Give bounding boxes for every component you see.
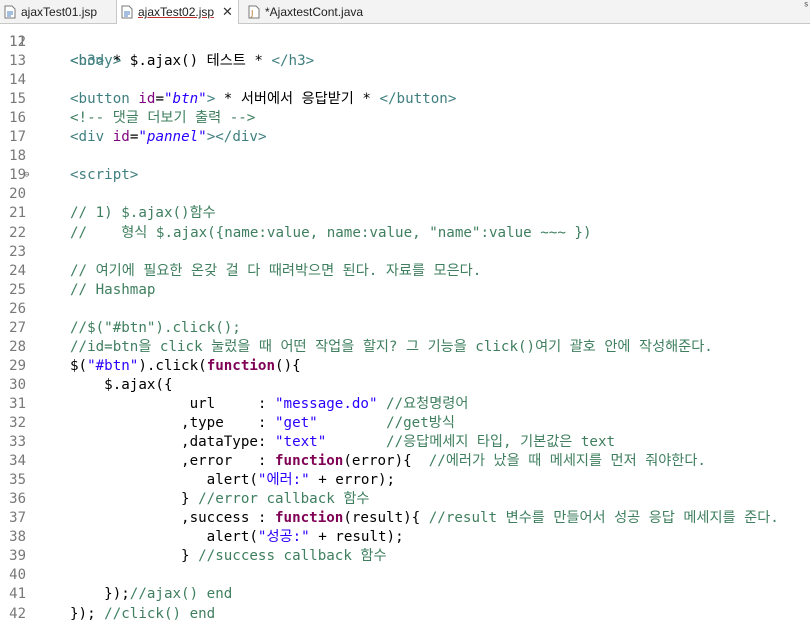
line-number: 19 — [9, 167, 26, 184]
line-number: 23 — [9, 243, 26, 260]
code-text: ,dataType: "text" //응답메세지 타입, 기본값은 text — [70, 434, 616, 451]
code-text: }); //click() end — [70, 605, 216, 622]
code-line-partial: 11 <body> — [0, 14, 121, 69]
line-number: 39 — [9, 548, 26, 565]
code-text: alert("성공:" + result); — [70, 529, 404, 546]
code-editor[interactable]: 11 <body> 12 13 <h3> * $.ajax() 테스트 * </h3… — [0, 23, 810, 623]
java-file-icon: J — [248, 5, 260, 18]
code-text: ,error : function(error){ //에러가 났을 때 메세지… — [70, 453, 706, 470]
fold-collapse-icon[interactable]: ⊖ — [24, 166, 29, 185]
code-text: ,success : function(result){ //result 변수… — [70, 510, 779, 527]
jsp-file-icon — [121, 5, 133, 19]
line-number: 33 — [9, 434, 26, 451]
editor-tab-bar: ajaxTest01.jsp ajaxTest02.jsp ✕ J *Ajaxt… — [0, 0, 810, 24]
line-number: 42 — [9, 605, 26, 622]
tab-label: *AjaxtestCont.java — [265, 4, 364, 19]
code-text: } //error callback 함수 — [70, 491, 370, 508]
line-number: 25 — [9, 281, 26, 298]
line-number: 20 — [9, 186, 26, 203]
tab-ajaxtestcont[interactable]: J *AjaxtestCont.java — [244, 0, 384, 23]
line-number: 21 — [9, 205, 26, 222]
code-text: <script> — [70, 167, 139, 184]
line-number: 16 — [9, 110, 26, 127]
code-text: <!-- 댓글 더보기 출력 --> — [70, 110, 256, 127]
line-number: 41 — [9, 586, 26, 603]
code-text: alert("에러:" + error); — [70, 472, 396, 489]
line-number: 36 — [9, 491, 26, 508]
tab-label: ajaxTest02.jsp — [138, 5, 215, 19]
code-text: //$("#btn").click(); — [70, 319, 241, 336]
line-number: 14 — [9, 72, 26, 89]
line-number: 30 — [9, 376, 26, 393]
line-number: 32 — [9, 415, 26, 431]
code-text: <div id="pannel"></div> — [70, 129, 267, 146]
code-text: } //success callback 함수 — [70, 548, 387, 565]
code-text: <button id="btn"> * 서버에서 응답받기 * </button… — [70, 91, 457, 108]
line-number: 18 — [9, 148, 26, 165]
line-number: 29 — [9, 357, 26, 374]
line-number: 13 — [9, 53, 26, 70]
line-number: 15 — [9, 91, 26, 108]
code-text: $.ajax({ — [70, 376, 173, 393]
line-number: 22 — [9, 224, 26, 241]
line-number: 26 — [9, 300, 26, 317]
line-number: 17 — [9, 129, 26, 146]
line-number: 37 — [9, 510, 26, 527]
svg-text:J: J — [250, 9, 253, 18]
line-number: 38 — [9, 529, 26, 546]
line-number: 12 — [9, 34, 26, 50]
code-text: //id=btn을 click 눌렀을 때 어떤 작업을 할지? 그 기능을 c… — [70, 338, 713, 355]
code-text: <h3> * $.ajax() 테스트 * </h3> — [70, 53, 315, 70]
code-text: ,type : "get" //get방식 — [70, 415, 455, 431]
code-text: // 1) $.ajax()함수 — [70, 205, 216, 222]
line-number: 34 — [9, 453, 26, 470]
close-icon[interactable]: ✕ — [222, 4, 233, 20]
line-number: 35 — [9, 472, 26, 489]
line-number: 24 — [9, 262, 26, 279]
code-text: url : "message.do" //요청명령어 — [70, 395, 469, 412]
tab-ajaxtest02[interactable]: ajaxTest02.jsp ✕ — [116, 0, 239, 24]
code-text: });//ajax() end — [70, 586, 233, 603]
code-text: // Hashmap — [70, 281, 156, 298]
line-number: 31 — [9, 395, 26, 412]
code-text: // 형식 $.ajax({name:value, name:value, "n… — [70, 224, 592, 241]
code-text: // 여기에 필요한 온갖 걸 다 때려박으면 된다. 자료를 모은다. — [70, 262, 482, 279]
line-number: 28 — [9, 338, 26, 355]
tab-overflow-icon[interactable]: ˢ — [804, 0, 808, 12]
code-text: $("#btn").click(function(){ — [70, 357, 301, 374]
line-number: 40 — [9, 567, 26, 584]
line-number: 27 — [9, 319, 26, 336]
